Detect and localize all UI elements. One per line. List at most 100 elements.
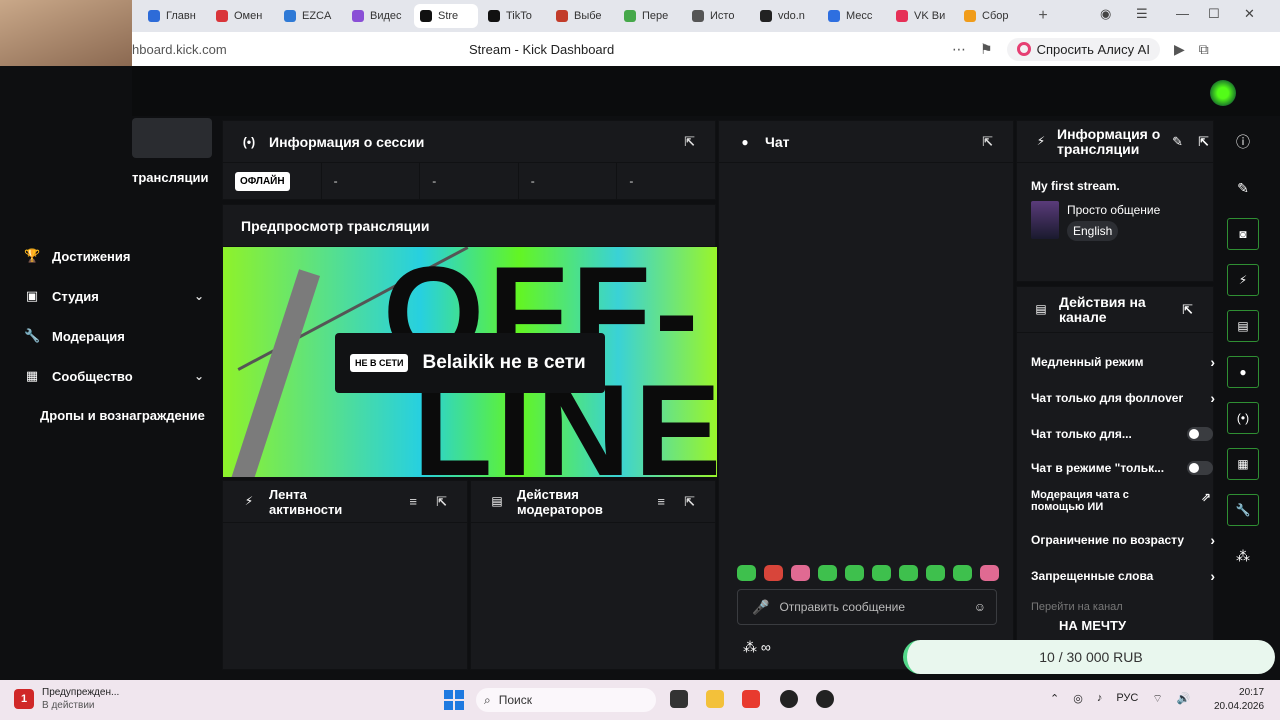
users-icon[interactable]: ⁂ (1227, 540, 1259, 572)
mod-log-toggle-icon[interactable]: ▤ (1227, 310, 1259, 342)
browser-tab[interactable]: VK Ви (890, 4, 954, 28)
action-go-to-channel[interactable]: Перейти на канал (1031, 601, 1211, 613)
action-followers-only[interactable]: Чат только для фоллover › (1031, 390, 1215, 406)
session-toggle-icon[interactable]: (•) (1227, 402, 1259, 434)
mic-icon[interactable]: 🎤 (752, 599, 769, 616)
sidebar-item-stream[interactable]: трансляции (132, 170, 208, 185)
emote-icon[interactable] (926, 565, 945, 581)
language-indicator[interactable]: РУС (1116, 692, 1138, 706)
network-icon[interactable]: ◎ (1073, 692, 1083, 706)
emote-icon[interactable] (899, 565, 918, 581)
action-age-restriction[interactable]: Ограничение по возрасту › (1031, 532, 1215, 548)
chat-icon: ● (741, 134, 749, 149)
browser-tab[interactable]: Пере (618, 4, 682, 28)
popout-icon[interactable]: ⇱ (1198, 134, 1209, 149)
info-icon[interactable]: ⓘ (1227, 126, 1259, 158)
sidebar-item-label: Достижения (52, 248, 131, 264)
media-icon[interactable]: ▶ (1174, 41, 1185, 58)
sidebar-item-achievements[interactable]: 🏆 Достижения (24, 248, 204, 264)
filter-icon[interactable]: ≡ (657, 494, 665, 509)
broadcast-icon: (•) (242, 134, 256, 149)
bookmark-icon[interactable]: ⚑ (980, 41, 993, 58)
mod-actions-panel: ▤ Действия модераторов ≡ ⇱ (470, 480, 716, 670)
clock[interactable]: 20:17 20.04.2026 (1214, 686, 1264, 714)
chat-footer-symbol[interactable]: ∞ (761, 639, 771, 655)
popout-icon[interactable]: ⇱ (436, 494, 447, 509)
activity-toggle-icon[interactable]: ⚡ (1227, 264, 1259, 296)
sidebar-item-selected[interactable] (132, 118, 212, 158)
obs-secondary-icon[interactable] (816, 690, 834, 708)
menu-icon[interactable]: ☰ (1136, 6, 1148, 22)
popout-icon[interactable]: ⇱ (1182, 302, 1193, 317)
action-subscribers-only: Чат только для... (1031, 427, 1213, 441)
browser-tab[interactable]: Stre (414, 4, 478, 28)
emote-icon[interactable] (872, 565, 891, 581)
browser-tab[interactable]: vdo.n (754, 4, 818, 28)
wifi-icon[interactable]: ⌔ (1152, 692, 1162, 706)
emote-icon[interactable] (764, 565, 783, 581)
warning-notification[interactable]: 1 Предупрежден... В действии (14, 686, 119, 712)
popout-icon[interactable]: ⇱ (684, 494, 695, 509)
popout-icon[interactable]: ⇱ (982, 134, 993, 150)
chevron-down-icon: ⌄ (193, 369, 204, 383)
volume-icon[interactable]: 🔊 (1177, 692, 1191, 706)
sidebar-item-moderation[interactable]: 🔧 Модерация (24, 328, 204, 344)
action-label: Перейти на канал (1031, 601, 1123, 613)
more-icon[interactable]: ⋯ (952, 41, 966, 58)
new-tab-button[interactable]: + (1032, 5, 1054, 27)
browser-tab[interactable]: Месс (822, 4, 886, 28)
action-ai-moderation[interactable]: Модерация чата с помощью ИИ ⇗ (1031, 489, 1211, 513)
emote-icon[interactable] (737, 565, 756, 581)
close-window-button[interactable]: ✕ (1244, 6, 1255, 22)
maximize-button[interactable]: ☐ (1208, 6, 1220, 22)
ask-alice-button[interactable]: Спросить Алису AI (1006, 37, 1160, 61)
users-icon[interactable]: ⁂ (743, 639, 757, 655)
minimize-button[interactable]: — (1176, 6, 1189, 21)
filter-icon[interactable]: ≡ (409, 494, 417, 509)
preview-toggle-icon[interactable]: ◙ (1227, 218, 1259, 250)
browser-tab[interactable]: Сбор (958, 4, 1022, 28)
emote-icon[interactable] (980, 565, 999, 581)
sidebar-item-drops[interactable]: Дропы и вознаграждение (40, 408, 220, 423)
taskview-icon[interactable] (670, 690, 688, 708)
emote-icon[interactable] (953, 565, 972, 581)
action-slow-mode[interactable]: Медленный режим › (1031, 354, 1215, 370)
edit-icon[interactable]: ✎ (1172, 134, 1183, 149)
explorer-icon[interactable] (706, 690, 724, 708)
action-banned-words[interactable]: Запрещенные слова › (1031, 568, 1215, 584)
obs-icon[interactable] (780, 690, 798, 708)
chevron-up-icon[interactable]: ⌃ (1050, 692, 1059, 706)
browser-tab[interactable]: Выбе (550, 4, 614, 28)
browser-tab[interactable]: Видес (346, 4, 410, 28)
browser-tab[interactable]: Главн (142, 4, 206, 28)
emote-icon[interactable] (845, 565, 864, 581)
toggle-emote-only[interactable] (1187, 461, 1213, 475)
url-field[interactable]: hboard.kick.com (132, 42, 227, 57)
browser-tab[interactable]: Исто (686, 4, 750, 28)
chat-toggle-icon[interactable]: ● (1227, 356, 1259, 388)
pencil-icon[interactable]: ✎ (1227, 172, 1259, 204)
emote-icon[interactable] (791, 565, 810, 581)
popout-icon[interactable]: ⇱ (684, 134, 695, 150)
system-tray: ⌃ ◎ ♪ РУС ⌔ 🔊 (1050, 692, 1190, 706)
sidebar-item-community[interactable]: ▦ Сообщество ⌄ (24, 368, 204, 384)
browser-tab[interactable]: TikTo (482, 4, 546, 28)
yandex-browser-icon[interactable] (742, 690, 760, 708)
browser-tab[interactable]: EZCA (278, 4, 342, 28)
taskbar-search[interactable]: ⌕ Поиск (476, 688, 656, 712)
emote-icon[interactable] (818, 565, 837, 581)
channel-actions-toggle-icon[interactable]: ▦ (1227, 448, 1259, 480)
browser-tab[interactable]: Омен (210, 4, 274, 28)
wrench-toggle-icon[interactable]: 🔧 (1227, 494, 1259, 526)
mic-tray-icon[interactable]: ♪ (1097, 692, 1103, 706)
profile-icon[interactable]: ◉ (1100, 6, 1111, 22)
start-button[interactable] (444, 690, 464, 710)
activity-feed-title: Лента активности (269, 486, 343, 517)
emoji-icon[interactable]: ☺ (974, 600, 986, 614)
sidebar-item-studio[interactable]: ▣ Студия ⌄ (24, 288, 204, 304)
chat-input[interactable]: 🎤 Отправить сообщение ☺ (737, 589, 997, 625)
extensions-icon[interactable]: ⧉ (1199, 41, 1209, 58)
session-stat: - (420, 163, 519, 199)
user-avatar[interactable] (1210, 80, 1236, 106)
toggle-subscribers-only[interactable] (1187, 427, 1213, 441)
